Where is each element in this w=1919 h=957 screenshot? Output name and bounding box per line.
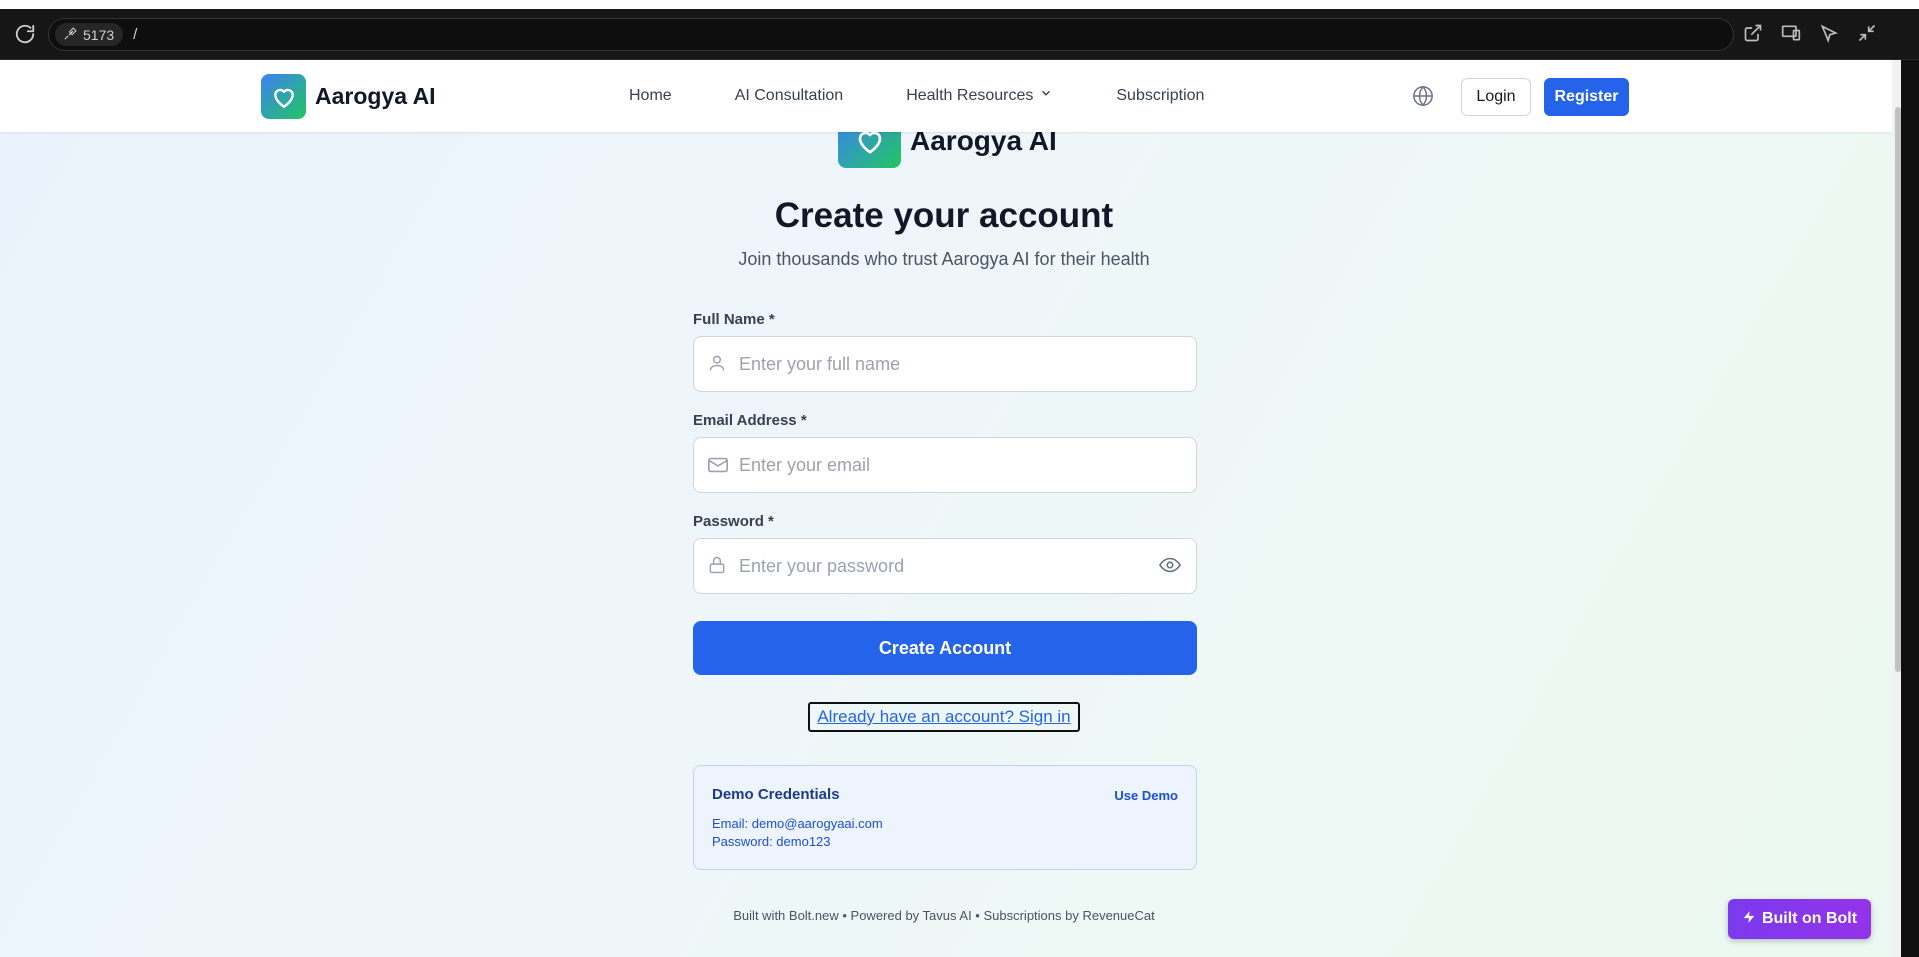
nav-health-resources-label: Health Resources xyxy=(906,86,1034,104)
full-name-label: Full Name * xyxy=(693,311,775,328)
use-demo-button[interactable]: Use Demo xyxy=(1114,788,1178,803)
password-label: Password * xyxy=(693,513,774,530)
url-path: / xyxy=(133,26,138,43)
window-edge xyxy=(1901,60,1919,957)
port-number: 5173 xyxy=(83,26,115,43)
built-on-bolt-badge[interactable]: Built on Bolt xyxy=(1728,899,1871,939)
demo-password: Password: demo123 xyxy=(712,834,831,849)
email-field[interactable] xyxy=(693,437,1197,493)
page-footer: Built with Bolt.new • Powered by Tavus A… xyxy=(733,908,1155,923)
page-viewport: Aarogya AI Home AI Consultation Health R… xyxy=(0,60,1892,957)
brand-logo[interactable]: Aarogya AI xyxy=(261,74,436,119)
chevron-down-icon xyxy=(1039,86,1053,105)
window-top-strip xyxy=(0,0,1919,9)
plug-icon xyxy=(64,26,77,43)
register-button[interactable]: Register xyxy=(1544,78,1629,116)
full-name-input[interactable] xyxy=(739,337,1196,391)
full-name-field[interactable] xyxy=(693,336,1197,392)
email-input[interactable] xyxy=(739,438,1196,492)
reload-icon[interactable] xyxy=(14,23,36,45)
create-account-button[interactable]: Create Account xyxy=(693,621,1197,675)
demo-email: Email: demo@aarogyaai.com xyxy=(712,816,883,831)
external-link-icon[interactable] xyxy=(1743,23,1765,45)
lock-icon xyxy=(707,555,729,577)
page-title: Create your account xyxy=(774,196,1114,235)
browser-toolbar: 5173 / xyxy=(0,9,1919,60)
device-toggle-icon[interactable] xyxy=(1781,23,1803,45)
nav-health-resources[interactable]: Health Resources xyxy=(906,86,1053,105)
sign-in-link[interactable]: Already have an account? Sign in xyxy=(808,702,1080,732)
demo-credentials-box: Demo Credentials Use Demo Email: demo@aa… xyxy=(693,765,1197,870)
eye-icon[interactable] xyxy=(1159,554,1183,578)
heart-icon xyxy=(261,74,306,119)
email-label: Email Address * xyxy=(693,412,807,429)
collapse-icon[interactable] xyxy=(1857,23,1879,45)
demo-credentials-title: Demo Credentials xyxy=(712,786,840,803)
port-pill[interactable]: 5173 xyxy=(55,23,124,46)
globe-icon[interactable] xyxy=(1412,85,1434,107)
brand-name: Aarogya AI xyxy=(315,83,436,109)
nav-subscription[interactable]: Subscription xyxy=(1116,86,1204,105)
bolt-badge-label: Built on Bolt xyxy=(1761,910,1858,927)
password-input[interactable] xyxy=(739,539,1159,593)
nav-ai-consultation[interactable]: AI Consultation xyxy=(735,86,844,105)
lightning-icon xyxy=(1742,909,1756,930)
password-field[interactable] xyxy=(693,538,1197,594)
user-icon xyxy=(707,353,729,375)
site-navbar: Aarogya AI Home AI Consultation Health R… xyxy=(0,60,1892,132)
login-button[interactable]: Login xyxy=(1461,78,1531,116)
cursor-inspect-icon[interactable] xyxy=(1819,23,1841,45)
address-bar[interactable]: 5173 / xyxy=(48,18,1734,51)
mail-icon xyxy=(707,454,729,476)
nav-home[interactable]: Home xyxy=(629,86,672,105)
page-subtitle: Join thousands who trust Aarogya AI for … xyxy=(738,249,1150,269)
